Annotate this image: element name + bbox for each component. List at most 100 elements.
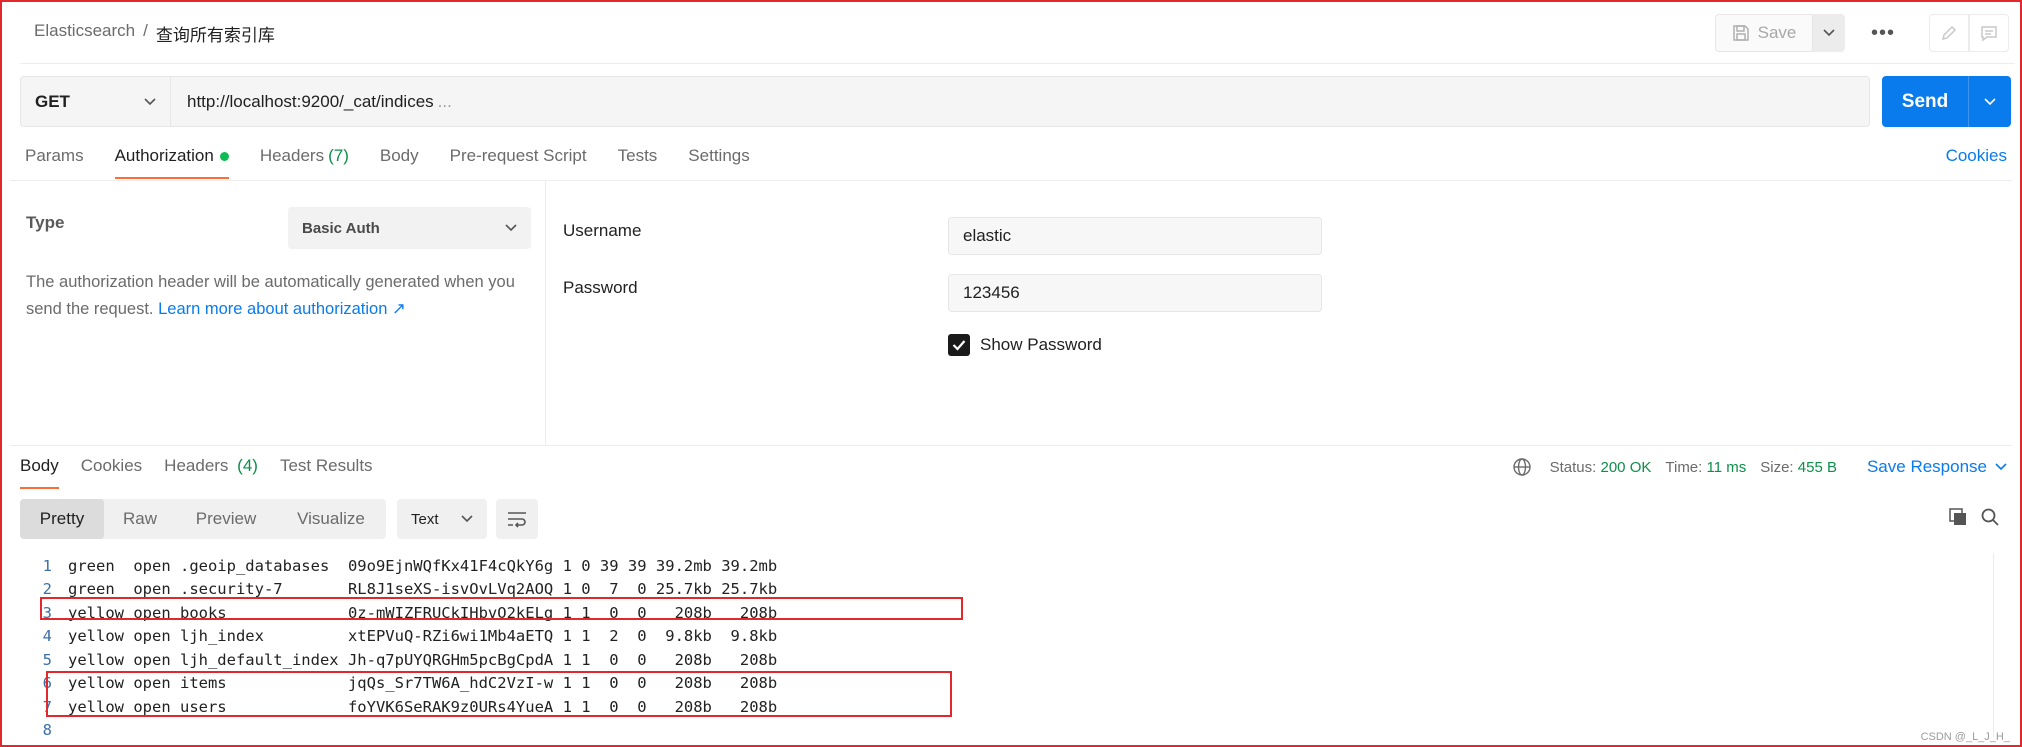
time-value: 11 ms [1706, 458, 1747, 476]
tab-label: Headers [164, 456, 229, 475]
code-line: 3 yellow open books 0z-mWIZFRUCkIHbvO2kEL… [20, 601, 1990, 625]
size-value: 455 B [1797, 458, 1837, 476]
comments-button[interactable] [1969, 14, 2009, 52]
code-line: 5 yellow open ljh_default_index Jh-q7pUYQ… [20, 648, 1990, 672]
save-icon [1732, 25, 1749, 41]
tab-settings[interactable]: Settings [688, 146, 749, 179]
line-text: yellow open ljh_default_index Jh-q7pUYQR… [68, 650, 778, 669]
edit-button[interactable] [1929, 14, 1969, 52]
line-number: 6 [42, 674, 52, 693]
password-label: Password [563, 278, 638, 297]
view-visualize[interactable]: Visualize [276, 499, 386, 539]
show-password-control[interactable]: Show Password [948, 334, 1102, 356]
tab-label: Test Results [279, 456, 373, 475]
line-text: yellow open ljh_index xtEPVuQ-RZi6wi1Mb4… [68, 627, 778, 646]
tab-label: Cookies [80, 456, 143, 475]
method-select[interactable]: GET [21, 77, 171, 126]
tab-label: Tests [617, 146, 658, 165]
breadcrumb: Elasticsearch / 查询所有索引库 [34, 21, 275, 46]
method-value: GET [35, 91, 70, 111]
cookies-link[interactable]: Cookies [1946, 146, 2007, 166]
tab-headers[interactable]: Headers (7) [260, 146, 349, 179]
globe-icon[interactable] [1512, 457, 1532, 477]
save-response-label: Save Response [1866, 457, 1987, 476]
tab-params[interactable]: Params [25, 146, 84, 179]
view-preview[interactable]: Preview [176, 499, 276, 539]
chevron-down-icon [1995, 463, 2007, 471]
line-number: 3 [42, 603, 52, 622]
response-tab-test-results[interactable]: Test Results [280, 456, 373, 489]
wrap-lines-icon [508, 512, 526, 528]
tab-label: Settings [688, 146, 750, 165]
checkmark-icon [952, 340, 966, 351]
tab-pre-request-script[interactable]: Pre-request Script [450, 146, 587, 179]
code-line: 1 green open .geoip_databases 09o9EjnWQfK… [20, 554, 1990, 578]
response-tab-cookies[interactable]: Cookies [81, 456, 142, 489]
time-label: Time: [1665, 458, 1703, 476]
tab-body[interactable]: Body [380, 146, 419, 179]
password-field[interactable]: 123456 [948, 274, 1322, 312]
type-label: Type [26, 213, 65, 232]
response-body-code[interactable]: 1 green open .geoip_databases 09o9EjnWQfK… [20, 554, 1990, 742]
send-dropdown-button[interactable] [1968, 76, 2011, 127]
code-line: 2 green open .security-7 RL8J1seXS-isvOvL… [20, 578, 1990, 602]
line-number: 1 [42, 556, 52, 575]
save-response-button[interactable]: Save Response [1867, 457, 2007, 477]
request-name[interactable]: 查询所有索引库 [156, 21, 275, 46]
pencil-icon [1941, 25, 1957, 41]
tab-label: Params [25, 146, 84, 165]
chevron-down-icon [144, 97, 156, 105]
username-label: Username [563, 221, 642, 240]
size-group: Size: 455 B [1760, 459, 1837, 476]
learn-more-link[interactable]: Learn more about authorization ↗ [158, 300, 406, 318]
save-dropdown-button[interactable] [1813, 14, 1845, 52]
code-line: 8 [20, 719, 1990, 743]
line-text: green open .geoip_databases 09o9EjnWQfKx… [68, 556, 778, 575]
status-group: Status: 200 OK [1550, 459, 1652, 476]
response-tab-headers[interactable]: Headers (4) [164, 456, 258, 489]
status-value: 200 OK [1600, 458, 1652, 476]
view-raw[interactable]: Raw [104, 499, 176, 539]
response-headers-count: (4) [237, 456, 258, 475]
response-tab-body[interactable]: Body [20, 456, 59, 489]
time-group: Time: 11 ms [1665, 459, 1746, 476]
authorization-panel: Type Basic Auth The authorization header… [10, 180, 2012, 446]
tab-tests[interactable]: Tests [618, 146, 658, 179]
url-text: http://localhost:9200/_cat/indices [187, 91, 434, 111]
copy-icon[interactable] [1948, 507, 1968, 532]
line-text: yellow open books 0z-mWIZFRUCkIHbvO2kELg… [68, 603, 778, 622]
line-number: 2 [42, 580, 52, 599]
wrap-lines-button[interactable] [496, 499, 538, 539]
view-pretty[interactable]: Pretty [20, 499, 104, 539]
show-password-label: Show Password [980, 335, 1102, 354]
tab-label: Pre-request Script [449, 146, 587, 165]
view-mode-switch: Pretty Raw Preview Visualize [20, 499, 386, 539]
line-text: green open .security-7 RL8J1seXS-isvOvLV… [68, 580, 778, 599]
send-button[interactable]: Send [1882, 76, 2011, 127]
line-number: 8 [42, 721, 52, 740]
format-select[interactable]: Text [397, 499, 487, 539]
url-input[interactable]: http://localhost:9200/_cat/indices... [171, 92, 452, 112]
code-line: 6 yellow open items jqQs_Sr7TW6A_hdC2VzI-… [20, 672, 1990, 696]
response-meta: Status: 200 OK Time: 11 ms Size: 455 B S… [1512, 457, 2007, 477]
request-header: Elasticsearch / 查询所有索引库 Save ••• [20, 0, 2015, 64]
scrollbar[interactable] [1993, 553, 2007, 738]
auth-type-select[interactable]: Basic Auth [288, 207, 531, 249]
chevron-down-icon [505, 224, 517, 232]
size-label: Size: [1760, 458, 1794, 476]
show-password-checkbox[interactable] [948, 334, 970, 356]
url-bar: GET http://localhost:9200/_cat/indices..… [20, 76, 1870, 127]
username-field[interactable]: elastic [948, 217, 1322, 255]
tab-authorization[interactable]: Authorization [114, 146, 230, 179]
request-tabs: Params Authorization Headers (7) Body Pre… [25, 146, 750, 179]
save-button[interactable]: Save [1715, 14, 1813, 52]
auth-type-panel: Type Basic Auth The authorization header… [10, 181, 546, 445]
watermark: CSDN @_L_J_H_ [1920, 731, 2010, 743]
chevron-down-icon [1984, 97, 1996, 105]
breadcrumb-collection[interactable]: Elasticsearch [34, 21, 135, 46]
search-icon[interactable] [1980, 507, 2000, 532]
tab-label: Headers [259, 146, 325, 165]
response-tabs: Body Cookies Headers (4) Test Results [20, 456, 373, 489]
more-actions-button[interactable]: ••• [1863, 14, 1903, 52]
line-number: 5 [42, 650, 52, 669]
